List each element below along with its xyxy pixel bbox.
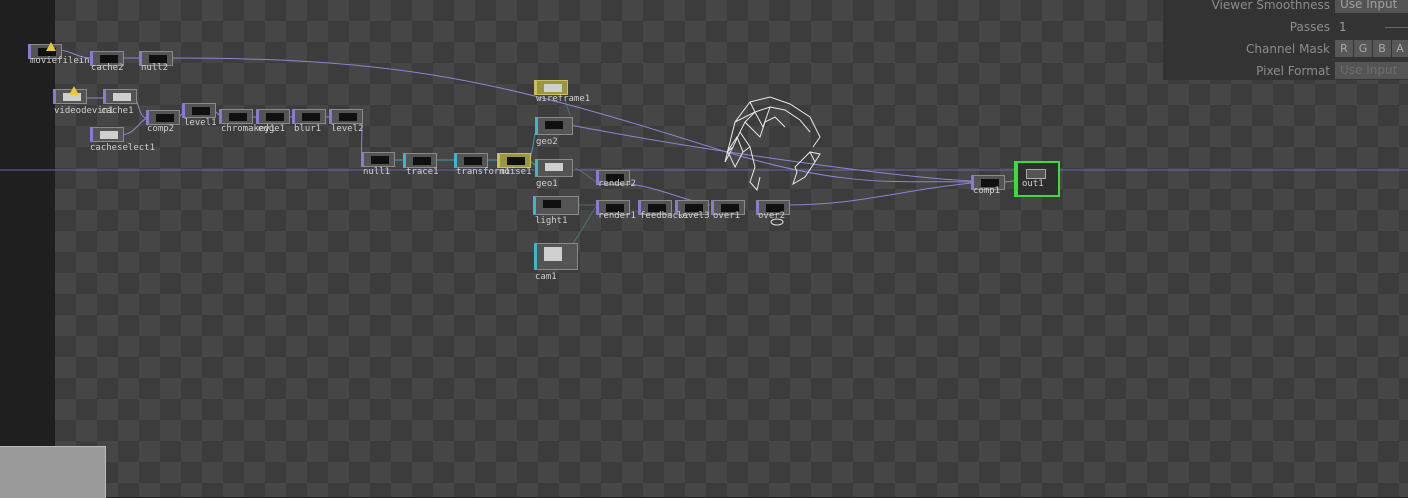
channel-toggle-g[interactable]: G — [1354, 40, 1372, 57]
param-pixel-format: Pixel Format Use Input — [1163, 62, 1408, 80]
node-label-comp1: comp1 — [973, 186, 1001, 196]
param-passes: Passes 1 — [1163, 18, 1408, 36]
param-label: Passes — [1289, 20, 1330, 34]
wireframe-preview — [724, 96, 821, 192]
node-label-moviefilein1: moviefilein1 — [30, 56, 96, 66]
node-label-noise1: noise1 — [499, 167, 532, 177]
node-geo2[interactable] — [535, 117, 573, 135]
node-level1[interactable] — [182, 103, 216, 118]
node-label-blur1: blur1 — [294, 124, 322, 134]
param-label: Viewer Smoothness — [1211, 0, 1330, 12]
node-wireframe1[interactable] — [534, 80, 568, 95]
channel-toggle-b[interactable]: B — [1373, 40, 1391, 57]
node-cam1[interactable] — [534, 243, 578, 270]
node-label-light1: light1 — [535, 216, 568, 226]
node-transform1[interactable] — [454, 153, 488, 168]
param-label: Pixel Format — [1256, 64, 1330, 78]
node-label-level2: level2 — [331, 124, 364, 134]
node-label-null1: null1 — [363, 167, 391, 177]
node-label-comp2: comp2 — [147, 124, 175, 134]
node-null1[interactable] — [361, 152, 395, 167]
node-comp2[interactable] — [146, 110, 180, 125]
node-label-cacheselect1: cacheselect1 — [90, 143, 156, 153]
node-noise1[interactable] — [497, 153, 531, 168]
param-viewer-smoothness: Viewer Smoothness Use Input — [1163, 0, 1408, 14]
param-channel-mask: Channel Mask R G B A — [1163, 40, 1408, 58]
node-label-cache2: cache2 — [91, 63, 124, 73]
node-label-edge1: edge1 — [258, 124, 286, 134]
warning-icon — [46, 42, 56, 51]
channel-toggle-r[interactable]: R — [1335, 40, 1353, 57]
node-label-cam1: cam1 — [535, 272, 557, 282]
viewer-eye-icon[interactable] — [769, 217, 785, 227]
node-cache1[interactable] — [103, 89, 137, 104]
node-label-trace1: trace1 — [406, 167, 439, 177]
node-blur1[interactable] — [292, 109, 326, 124]
node-geo1[interactable] — [535, 159, 573, 177]
node-label-null2: null2 — [141, 63, 169, 73]
node-label-render1: render1 — [598, 211, 636, 221]
passes-value[interactable]: 1 — [1339, 20, 1347, 34]
node-label-cache1: cache1 — [101, 106, 134, 116]
node-label-level1: level1 — [184, 118, 217, 128]
node-level2[interactable] — [329, 109, 363, 124]
node-edge1[interactable] — [256, 109, 290, 124]
param-label: Channel Mask — [1246, 42, 1330, 56]
node-cacheselect1[interactable] — [90, 127, 124, 142]
network-minimap[interactable] — [0, 446, 106, 498]
node-label-render2: render2 — [598, 179, 636, 189]
passes-slider[interactable] — [1385, 27, 1408, 28]
node-trace1[interactable] — [403, 153, 437, 168]
node-chromakey1[interactable] — [219, 109, 253, 124]
viewer-smoothness-menu[interactable]: Use Input — [1335, 0, 1408, 13]
node-label-out1: out1 — [1022, 179, 1044, 189]
parameter-panel: Viewer Smoothness Use Input Passes 1 Cha… — [1163, 0, 1408, 80]
node-light1[interactable] — [533, 196, 579, 215]
node-label-geo2: geo2 — [536, 137, 558, 147]
left-panel-strip — [0, 0, 55, 497]
channel-toggle-a[interactable]: A — [1392, 40, 1408, 57]
pixel-format-menu[interactable]: Use Input — [1335, 62, 1408, 79]
node-label-wireframe1: wireframe1 — [536, 94, 591, 104]
node-label-level3: level3 — [677, 211, 710, 221]
warning-icon — [69, 86, 79, 95]
node-label-over1: over1 — [713, 211, 741, 221]
node-label-geo1: geo1 — [536, 179, 558, 189]
